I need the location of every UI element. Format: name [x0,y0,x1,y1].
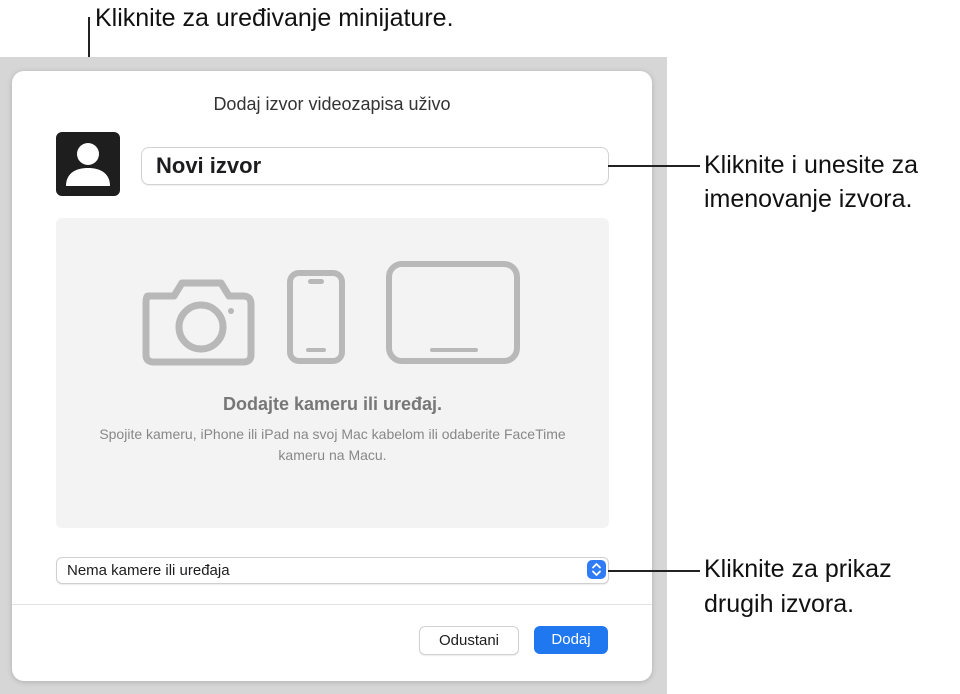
iphone-icon [287,270,345,364]
callout-name-line1: Kliknite i unesite za [704,151,919,179]
ipad-icon [386,261,520,364]
footer-divider [12,604,652,605]
callout-line-popup [608,570,700,572]
callout-line-name [608,165,700,167]
dialog-title: Dodaj izvor videozapisa uživo [213,94,451,114]
chevron-up-down-icon[interactable] [587,560,606,579]
device-preview-area: Dodajte kameru ili uređaj. Spojite kamer… [56,218,609,528]
add-live-video-source-dialog: Dodaj izvor videozapisa uživo Novi izvor… [12,71,652,681]
cancel-button[interactable]: Odustani [419,626,519,655]
callout-name-line2: imenovanje izvora. [704,185,913,213]
preview-title: Dodajte kameru ili uređaj. [222,394,443,414]
callout-popup-line1: Kliknite za prikaz [704,555,892,583]
camera-icon [142,279,255,366]
source-name-field[interactable] [141,147,609,185]
source-select-value: Nema kamere ili uređaja [67,562,230,579]
add-button[interactable]: Dodaj [534,626,608,654]
callout-thumbnail: Kliknite za uređivanje minijature. [95,4,454,32]
source-select[interactable]: Nema kamere ili uređaja [56,557,609,584]
source-name-input[interactable] [142,148,608,184]
preview-description: Spojite kameru, iPhone ili iPad na svoj … [99,426,566,463]
callout-popup-line2: drugih izvora. [704,590,855,618]
thumbnail-button[interactable] [56,132,120,196]
person-icon [66,143,110,186]
